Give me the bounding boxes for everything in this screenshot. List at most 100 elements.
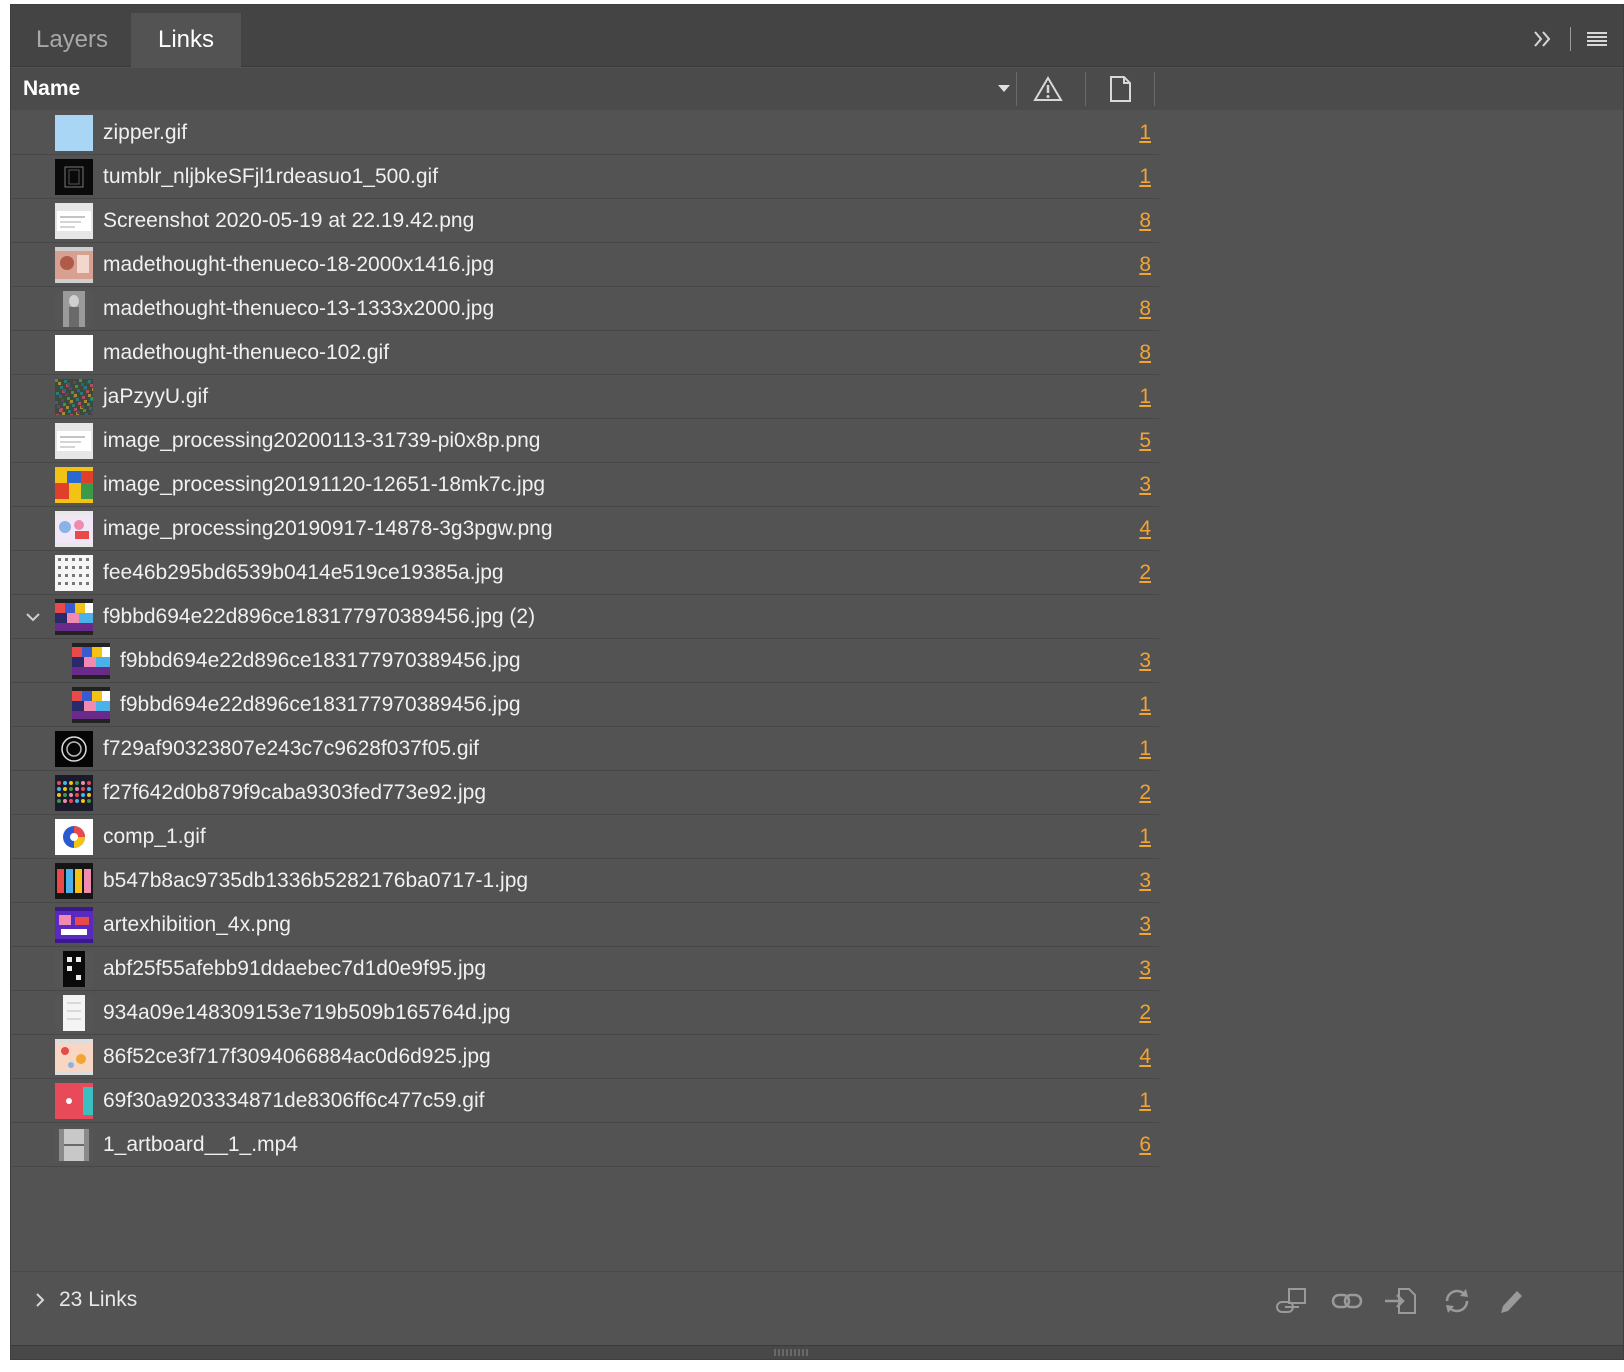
link-row[interactable]: zipper.gif 1 [11, 111, 1159, 155]
link-thumbnail [55, 335, 93, 371]
link-row[interactable]: Screenshot 2020-05-19 at 22.19.42.png 8 [11, 199, 1159, 243]
link-page-number[interactable]: 3 [1139, 903, 1151, 947]
link-page-number[interactable]: 3 [1139, 859, 1151, 903]
link-name: tumblr_nljbkeSFjl1rdeasuo1_500.gif [103, 165, 439, 188]
link-row[interactable]: artexhibition_4x.png 3 [11, 903, 1159, 947]
link-row[interactable]: f9bbd694e22d896ce183177970389456.jpg 3 [11, 639, 1159, 683]
link-name: fee46b295bd6539b0414e519ce19385a.jpg [103, 561, 504, 584]
link-page-number[interactable]: 3 [1139, 463, 1151, 507]
link-thumbnail [55, 291, 93, 327]
tab-separator [1570, 27, 1571, 51]
link-page-number[interactable]: 2 [1139, 991, 1151, 1035]
link-name: image_processing20200113-31739-pi0x8p.pn… [103, 429, 541, 452]
link-thumbnail [55, 115, 93, 151]
link-row[interactable]: f9bbd694e22d896ce183177970389456.jpg 1 [11, 683, 1159, 727]
link-name: comp_1.gif [103, 825, 206, 848]
link-thumbnail [55, 907, 93, 943]
link-page-number[interactable]: 1 [1139, 375, 1151, 419]
update-link-icon[interactable] [1439, 1285, 1475, 1317]
header-divider [1016, 72, 1017, 106]
link-page-number[interactable]: 8 [1139, 331, 1151, 375]
link-row[interactable]: f27f642d0b879f9caba9303fed773e92.jpg 2 [11, 771, 1159, 815]
link-name: madethought-thenueco-102.gif [103, 341, 390, 364]
link-row[interactable]: image_processing20190917-14878-3g3pgw.pn… [11, 507, 1159, 551]
sort-dropdown-icon[interactable] [996, 82, 1012, 94]
link-thumbnail [55, 203, 93, 239]
link-row[interactable]: 86f52ce3f717f3094066884ac0d6d925.jpg 4 [11, 1035, 1159, 1079]
link-page-number[interactable]: 1 [1139, 683, 1151, 727]
warning-icon[interactable] [1033, 74, 1063, 104]
tab-bar: Layers Links [11, 5, 1623, 67]
link-page-number[interactable]: 2 [1139, 771, 1151, 815]
link-thumbnail [55, 247, 93, 283]
panel-menu-icon[interactable] [1583, 25, 1611, 53]
link-page-number[interactable]: 4 [1139, 507, 1151, 551]
link-name: f9bbd694e22d896ce183177970389456.jpg [120, 693, 521, 716]
link-group-row[interactable]: f9bbd694e22d896ce183177970389456.jpg (2) [11, 595, 1159, 639]
link-row[interactable]: image_processing20200113-31739-pi0x8p.pn… [11, 419, 1159, 463]
link-row[interactable]: jaPzyyU.gif 1 [11, 375, 1159, 419]
link-thumbnail [55, 1039, 93, 1075]
link-name: image_processing20190917-14878-3g3pgw.pn… [103, 517, 553, 540]
link-row[interactable]: madethought-thenueco-13-1333x2000.jpg 8 [11, 287, 1159, 331]
relink-icon[interactable] [1329, 1285, 1365, 1317]
link-page-number[interactable]: 8 [1139, 243, 1151, 287]
link-row[interactable]: comp_1.gif 1 [11, 815, 1159, 859]
link-name: f9bbd694e22d896ce183177970389456.jpg [120, 649, 521, 672]
link-thumbnail [55, 467, 93, 503]
link-thumbnail [55, 511, 93, 547]
link-page-number[interactable]: 3 [1139, 947, 1151, 991]
link-thumbnail [72, 643, 110, 679]
go-to-link-icon[interactable] [1383, 1285, 1419, 1317]
link-name: b547b8ac9735db1336b5282176ba0717-1.jpg [103, 869, 529, 892]
link-row[interactable]: tumblr_nljbkeSFjl1rdeasuo1_500.gif 1 [11, 155, 1159, 199]
link-row[interactable]: madethought-thenueco-18-2000x1416.jpg 8 [11, 243, 1159, 287]
relink-from-cc-icon[interactable] [1273, 1285, 1309, 1317]
link-page-number[interactable]: 5 [1139, 419, 1151, 463]
link-name: artexhibition_4x.png [103, 913, 291, 936]
link-row[interactable]: 934a09e148309153e719b509b165764d.jpg 2 [11, 991, 1159, 1035]
link-page-number[interactable]: 1 [1139, 111, 1151, 155]
links-panel: Layers Links Name zipper.gif 1 tumblr_nl… [10, 4, 1624, 1360]
link-row[interactable]: 1_artboard__1_.mp4 6 [11, 1123, 1159, 1167]
header-divider [1154, 72, 1155, 106]
link-page-number[interactable]: 3 [1139, 639, 1151, 683]
page-icon[interactable] [1105, 74, 1135, 104]
link-page-number[interactable]: 6 [1139, 1123, 1151, 1167]
link-page-number[interactable]: 1 [1139, 155, 1151, 199]
link-page-number[interactable]: 1 [1139, 1079, 1151, 1123]
link-row[interactable]: fee46b295bd6539b0414e519ce19385a.jpg 2 [11, 551, 1159, 595]
link-name: f27f642d0b879f9caba9303fed773e92.jpg [103, 781, 487, 804]
column-header: Name [11, 68, 1623, 110]
link-thumbnail [55, 599, 93, 635]
tab-links[interactable]: Links [131, 13, 241, 67]
link-page-number[interactable]: 1 [1139, 815, 1151, 859]
edit-original-icon[interactable] [1493, 1285, 1529, 1317]
links-list: zipper.gif 1 tumblr_nljbkeSFjl1rdeasuo1_50… [11, 111, 1159, 1167]
link-row[interactable]: image_processing20191120-12651-18mk7c.jp… [11, 463, 1159, 507]
link-thumbnail [55, 819, 93, 855]
link-row[interactable]: madethought-thenueco-102.gif 8 [11, 331, 1159, 375]
link-thumbnail [55, 951, 93, 987]
link-row[interactable]: 69f30a9203334871de8306ff6c477c59.gif 1 [11, 1079, 1159, 1123]
link-name: image_processing20191120-12651-18mk7c.jp… [103, 473, 546, 496]
link-page-number[interactable]: 8 [1139, 287, 1151, 331]
link-name: 1_artboard__1_.mp4 [103, 1133, 298, 1156]
link-row[interactable]: f729af90323807e243c7c9628f037f05.gif 1 [11, 727, 1159, 771]
show-link-info-chevron-icon[interactable] [31, 1289, 49, 1311]
link-thumbnail [55, 379, 93, 415]
resize-grip[interactable] [11, 1345, 1623, 1359]
tab-layers[interactable]: Layers [15, 13, 129, 67]
link-row[interactable]: abf25f55afebb91ddaebec7d1d0e9f95.jpg 3 [11, 947, 1159, 991]
link-row[interactable]: b547b8ac9735db1336b5282176ba0717-1.jpg 3 [11, 859, 1159, 903]
collapse-panel-icon[interactable] [1529, 25, 1557, 53]
expand-chevron-icon[interactable] [23, 608, 43, 626]
link-page-number[interactable]: 2 [1139, 551, 1151, 595]
link-page-number[interactable]: 1 [1139, 727, 1151, 771]
link-page-number[interactable]: 4 [1139, 1035, 1151, 1079]
link-thumbnail [55, 863, 93, 899]
header-divider [1085, 72, 1086, 106]
name-column-header[interactable]: Name [23, 68, 80, 110]
link-page-number[interactable]: 8 [1139, 199, 1151, 243]
grip-icon [774, 1349, 808, 1356]
